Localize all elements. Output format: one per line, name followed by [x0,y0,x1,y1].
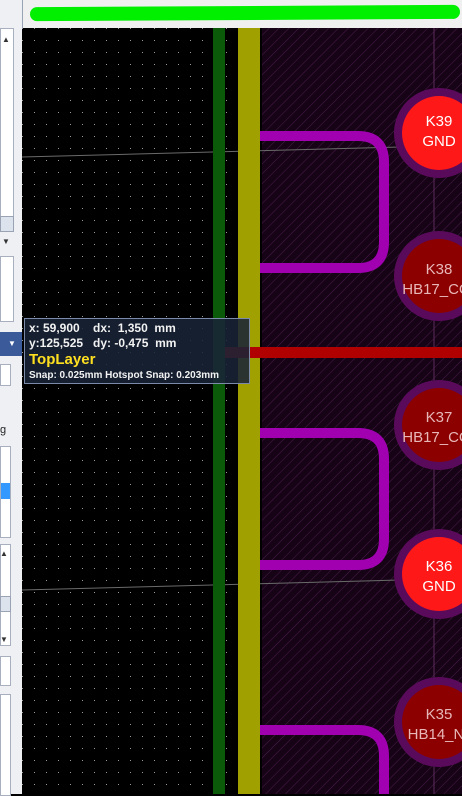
green-highlight-stroke [29,4,461,22]
dropdown-arrow-icon[interactable]: ▼ [8,340,16,348]
selected-list-item[interactable] [1,483,10,499]
panel-box-4[interactable] [0,656,11,686]
panel-box-5[interactable] [0,694,11,796]
panel-list-box-2[interactable] [0,446,11,538]
pad-k38-net: HB17_CC [402,281,462,298]
pad-k39-net: GND [422,133,456,150]
cursor-info-tooltip: x: 59,900 dx: 1,350 mm y:125,525 dy: -0,… [24,318,250,384]
left-docked-panel: ▲ ▼ ▼ g ▲ ▼ [0,0,23,796]
scroll-up-arrow-icon[interactable]: ▲ [2,36,10,44]
scroll-down-arrow-icon-2[interactable]: ▼ [0,636,8,644]
pcb-canvas[interactable]: K39 GND K38 HB17_CC K37 HB17_CC K36 GND … [22,28,462,794]
pad-k37-net: HB17_CC [402,429,462,446]
panel-label-fragment: g [0,424,7,436]
scroll-up-arrow-icon-2[interactable]: ▲ [0,550,8,558]
coordinate-readout-y: y:125,525 dy: -0,475 mm [29,336,177,350]
pad-k36-id: K36 [426,558,453,575]
scroll-down-arrow-icon[interactable]: ▼ [2,238,10,246]
pad-k35-id: K35 [426,706,453,723]
pad-k35-net: HB14_N [408,726,462,743]
panel-scroll-thumb-2[interactable] [0,596,11,612]
red-track[interactable] [225,347,462,358]
panel-header-bar[interactable]: ▼ [0,332,22,356]
panel-scroll-thumb[interactable] [0,216,14,232]
snap-info-text: Snap: 0.025mm Hotspot Snap: 0.203mm [29,370,220,381]
pad-k37-id: K37 [426,409,453,426]
coordinate-readout-x: x: 59,900 dx: 1,350 mm [29,321,176,335]
pad-k39-id: K39 [426,113,453,130]
yellow-track[interactable] [238,28,260,794]
current-layer-label: TopLayer [29,351,96,368]
panel-list-box-3[interactable] [0,544,11,646]
pad-k36-net: GND [422,578,456,595]
panel-combo-box[interactable] [0,364,11,386]
green-track[interactable] [213,28,225,794]
pad-k38-id: K38 [426,261,453,278]
panel-box-2[interactable] [0,256,14,322]
top-toolbar-strip [0,0,462,28]
panel-list-box[interactable] [0,28,14,230]
